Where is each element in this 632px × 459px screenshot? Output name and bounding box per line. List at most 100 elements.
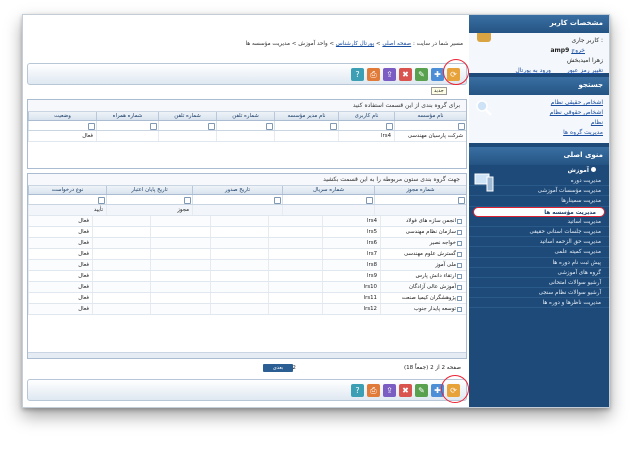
expand-row-icon[interactable] bbox=[457, 274, 462, 279]
grid-filter-row-2[interactable] bbox=[28, 195, 466, 205]
table-row[interactable]: توسعه پایدار جنوب lrs12 فعال bbox=[28, 304, 466, 315]
filter-cell[interactable] bbox=[274, 121, 338, 130]
table-row[interactable]: آموزش عالی آزادگان lrs10 فعال bbox=[28, 282, 466, 293]
table-cell bbox=[150, 227, 210, 237]
table-row[interactable]: خواجه نصیر lrs6 فعال bbox=[28, 238, 466, 249]
edit-icon[interactable]: ✎ bbox=[415, 68, 428, 81]
column-header[interactable]: نام مدیر مؤسسه bbox=[274, 112, 338, 120]
sidebar-menu-item[interactable]: گروه های آموزشی bbox=[469, 268, 609, 278]
table-row[interactable]: انجمن سازه های فولاد lrs4 فعال bbox=[28, 216, 466, 227]
status-cell bbox=[192, 205, 282, 215]
filter-cell[interactable] bbox=[28, 195, 106, 204]
search-link-2[interactable]: نظام bbox=[475, 118, 603, 128]
table-cell bbox=[210, 249, 268, 259]
filter-cell[interactable] bbox=[338, 121, 394, 130]
grid-header-2: شماره مجوز شماره سریال تاریخ صدور تاریخ پای… bbox=[28, 186, 466, 195]
user-panel-header: مشخصات کاربر bbox=[469, 15, 609, 33]
pager-info: صفحه 2 از 2 (جمعاً 18) bbox=[403, 365, 461, 371]
table-cell bbox=[96, 131, 158, 141]
export-icon[interactable]: ⇪ bbox=[383, 68, 396, 81]
horizontal-scrollbar[interactable] bbox=[28, 352, 466, 358]
help-icon[interactable]: ? bbox=[351, 68, 364, 81]
column-header[interactable]: نام مؤسسه bbox=[394, 112, 466, 120]
sidebar-menu-item[interactable]: آرشیو سوالات نظام سنجی bbox=[469, 288, 609, 299]
column-header[interactable]: شماره تلفن bbox=[216, 112, 274, 120]
sidebar-menu-item[interactable]: پیش ثبت نام دوره ها bbox=[469, 258, 609, 268]
filter-cell[interactable] bbox=[216, 121, 274, 130]
sidebar-menu-item[interactable]: مدیریت حق الزحمه اساتید bbox=[469, 237, 609, 248]
filter-cell[interactable] bbox=[28, 121, 96, 130]
change-password-link[interactable]: تغییر رمز عبور bbox=[567, 67, 603, 74]
filter-cell[interactable] bbox=[374, 195, 466, 204]
filter-cell[interactable] bbox=[106, 195, 192, 204]
search-link-0[interactable]: اشخاص حقیقی نظام bbox=[475, 98, 603, 108]
table-cell: lrs4 bbox=[322, 216, 380, 226]
filter-cell[interactable] bbox=[394, 121, 466, 130]
expand-row-icon[interactable] bbox=[457, 296, 462, 301]
expand-row-icon[interactable] bbox=[457, 241, 462, 246]
sidebar-menu-item[interactable]: مدیریت اساتید bbox=[469, 217, 609, 227]
breadcrumb-portal-link[interactable]: پورتال کارشناس bbox=[336, 41, 374, 47]
expand-row-icon[interactable] bbox=[457, 285, 462, 290]
grid-filter-row[interactable] bbox=[28, 121, 466, 131]
breadcrumb-edu[interactable]: واحد آموزش bbox=[298, 41, 327, 47]
expand-row-icon[interactable] bbox=[457, 230, 462, 235]
sidebar-menu-item[interactable]: مدیریت کمیته علمی bbox=[469, 247, 609, 258]
portal-login-link[interactable]: ورود به پورتال bbox=[515, 67, 551, 74]
export-icon[interactable]: ⇪ bbox=[383, 384, 396, 397]
table-cell: lrs12 bbox=[322, 304, 380, 314]
breadcrumb-home-link[interactable]: صفحه اصلی bbox=[382, 41, 411, 47]
delete-icon[interactable]: ✖ bbox=[399, 384, 412, 397]
table-row[interactable]: سازمان نظام مهندسی lrs5 فعال bbox=[28, 227, 466, 238]
column-header[interactable]: شماره سریال bbox=[282, 186, 374, 194]
expand-row-icon[interactable] bbox=[457, 307, 462, 312]
status-cell: تأیید bbox=[28, 205, 106, 215]
table-cell bbox=[210, 238, 268, 248]
table-row[interactable]: گسترش علوم مهندسی lrs7 فعال bbox=[28, 249, 466, 260]
sidebar: مشخصات کاربر کاربر جاری : amp9 خروج زهرا… bbox=[469, 15, 609, 407]
column-header[interactable]: تاریخ پایان اعتبار bbox=[106, 186, 192, 194]
filter-cell[interactable] bbox=[192, 195, 282, 204]
column-header[interactable]: شماره مجوز bbox=[374, 186, 466, 194]
status-row: مجوز تأیید bbox=[28, 205, 466, 216]
institute-name-cell: آموزش عالی آزادگان bbox=[380, 282, 466, 292]
column-header[interactable]: شماره تلفن bbox=[158, 112, 216, 120]
filter-cell[interactable] bbox=[282, 195, 374, 204]
licenses-grid: جهت گروه بندی ستون مربوطه را به این قسمت… bbox=[27, 173, 467, 359]
breadcrumb-current: مدیریت مؤسسه ها bbox=[245, 41, 290, 47]
pager-next-button[interactable]: بعدی bbox=[263, 364, 293, 372]
sidebar-menu-item[interactable]: مدیریت سمینارها bbox=[469, 196, 609, 207]
expand-row-icon[interactable] bbox=[457, 219, 462, 224]
table-row[interactable]: ملی آموز lrs8 فعال bbox=[28, 260, 466, 271]
edit-icon[interactable]: ✎ bbox=[415, 384, 428, 397]
logout-link[interactable]: خروج bbox=[571, 47, 585, 54]
status-cell: مجوز bbox=[106, 205, 192, 215]
column-header[interactable]: وضعیت bbox=[28, 112, 96, 120]
expand-row-icon[interactable] bbox=[457, 263, 462, 268]
table-cell bbox=[150, 216, 210, 226]
column-header[interactable]: تاریخ صدور bbox=[192, 186, 282, 194]
table-cell bbox=[274, 131, 338, 141]
column-header[interactable]: نوع درخواست bbox=[28, 186, 106, 194]
column-header[interactable]: نام کاربری bbox=[338, 112, 394, 120]
filter-cell[interactable] bbox=[96, 121, 158, 130]
computer-icon bbox=[474, 173, 494, 192]
expand-row-icon[interactable] bbox=[457, 252, 462, 257]
search-link-1[interactable]: اشخاص حقوقی نظام bbox=[475, 108, 603, 118]
sidebar-menu-item[interactable]: آرشیو سوالات امتحانی bbox=[469, 278, 609, 289]
table-row[interactable]: شرکت پارسیان مهندسی lrs4 فعال bbox=[28, 131, 466, 142]
print-icon[interactable]: ⎙ bbox=[367, 384, 380, 397]
table-row[interactable]: پژوهشگران کیمیا صنعت lrs11 فعال bbox=[28, 293, 466, 304]
search-link-3[interactable]: مدیریت گروه ها bbox=[475, 128, 603, 138]
table-cell bbox=[150, 304, 210, 314]
sidebar-menu-item[interactable]: مدیریت ناظرها و دوره ها bbox=[469, 298, 609, 309]
sidebar-menu-item[interactable]: مدیریت مؤسسه ها bbox=[473, 206, 605, 217]
delete-icon[interactable]: ✖ bbox=[399, 68, 412, 81]
print-icon[interactable]: ⎙ bbox=[367, 68, 380, 81]
filter-cell[interactable] bbox=[158, 121, 216, 130]
table-row[interactable]: ارتقاء دانش پارس lrs9 فعال bbox=[28, 271, 466, 282]
help-icon[interactable]: ? bbox=[351, 384, 364, 397]
table-cell bbox=[210, 260, 268, 270]
sidebar-menu-item[interactable]: مدیریت جلسات استانی حقیقی bbox=[469, 227, 609, 238]
column-header[interactable]: شماره همراه bbox=[96, 112, 158, 120]
